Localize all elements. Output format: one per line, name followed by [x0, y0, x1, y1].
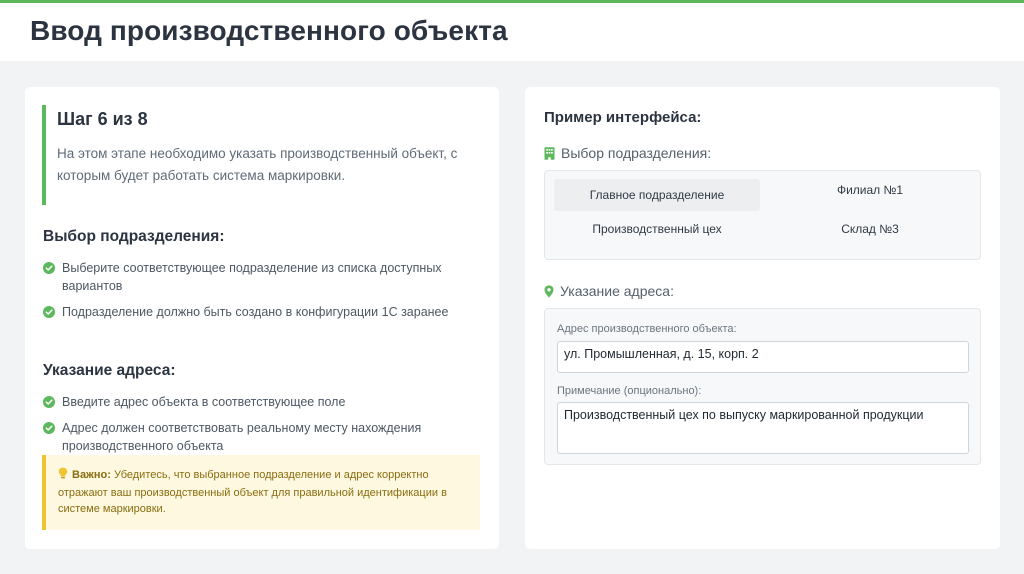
building-icon — [544, 146, 555, 160]
note-field-label: Примечание (опционально): — [557, 385, 702, 397]
list-item: Выберите соответствующее подразделение и… — [43, 259, 473, 295]
check-icon — [43, 262, 55, 274]
division-option-main[interactable]: Главное подразделение — [554, 179, 760, 211]
note-textarea[interactable]: Производственный цех по выпуску маркиров… — [557, 402, 969, 454]
list-item: Подразделение должно быть создано в конф… — [43, 303, 473, 321]
division-section-title: Выбор подразделения: — [43, 228, 225, 245]
division-option-warehouse-3[interactable]: Склад №3 — [767, 213, 973, 245]
address-form: Адрес производственного объекта: ул. Про… — [544, 308, 981, 465]
example-card: Пример интерфейса: Выбор подразделения: … — [525, 87, 1000, 549]
step-description: На этом этапе необходимо указать произво… — [57, 146, 458, 183]
address-label: Указание адреса: — [544, 283, 674, 299]
division-instructions: Выберите соответствующее подразделение и… — [43, 259, 473, 329]
note-text: Убедитесь, что выбранное подразделение и… — [58, 469, 447, 515]
note-label: Важно: — [72, 469, 111, 481]
address-instructions: Введите адрес объекта в соответствующее … — [43, 393, 473, 463]
step-title: Шаг 6 из 8 — [57, 109, 148, 129]
important-note: Важно: Убедитесь, что выбранное подразде… — [42, 455, 480, 530]
check-icon — [43, 396, 55, 408]
address-field-label: Адрес производственного объекта: — [557, 323, 737, 335]
map-pin-icon — [544, 284, 554, 298]
address-input[interactable]: ул. Промышленная, д. 15, корп. 2 — [557, 341, 969, 373]
check-icon — [43, 422, 55, 434]
page-title: Ввод производственного объекта — [30, 15, 508, 46]
page-header: Ввод производственного объекта — [0, 3, 1024, 61]
lightbulb-icon — [58, 467, 69, 485]
list-item: Введите адрес объекта в соответствующее … — [43, 393, 473, 411]
division-selector: Главное подразделение Филиал №1 Производ… — [544, 170, 981, 260]
division-option-branch-1[interactable]: Филиал №1 — [767, 174, 973, 206]
list-item: Адрес должен соответствовать реальному м… — [43, 419, 473, 455]
check-icon — [43, 306, 55, 318]
division-option-workshop[interactable]: Производственный цех — [554, 213, 760, 245]
address-section-title: Указание адреса: — [43, 362, 176, 379]
step-box: Шаг 6 из 8 На этом этапе необходимо указ… — [42, 105, 482, 205]
division-label: Выбор подразделения: — [544, 145, 711, 161]
instructions-card: Шаг 6 из 8 На этом этапе необходимо указ… — [25, 87, 499, 549]
example-title: Пример интерфейса: — [544, 109, 702, 126]
